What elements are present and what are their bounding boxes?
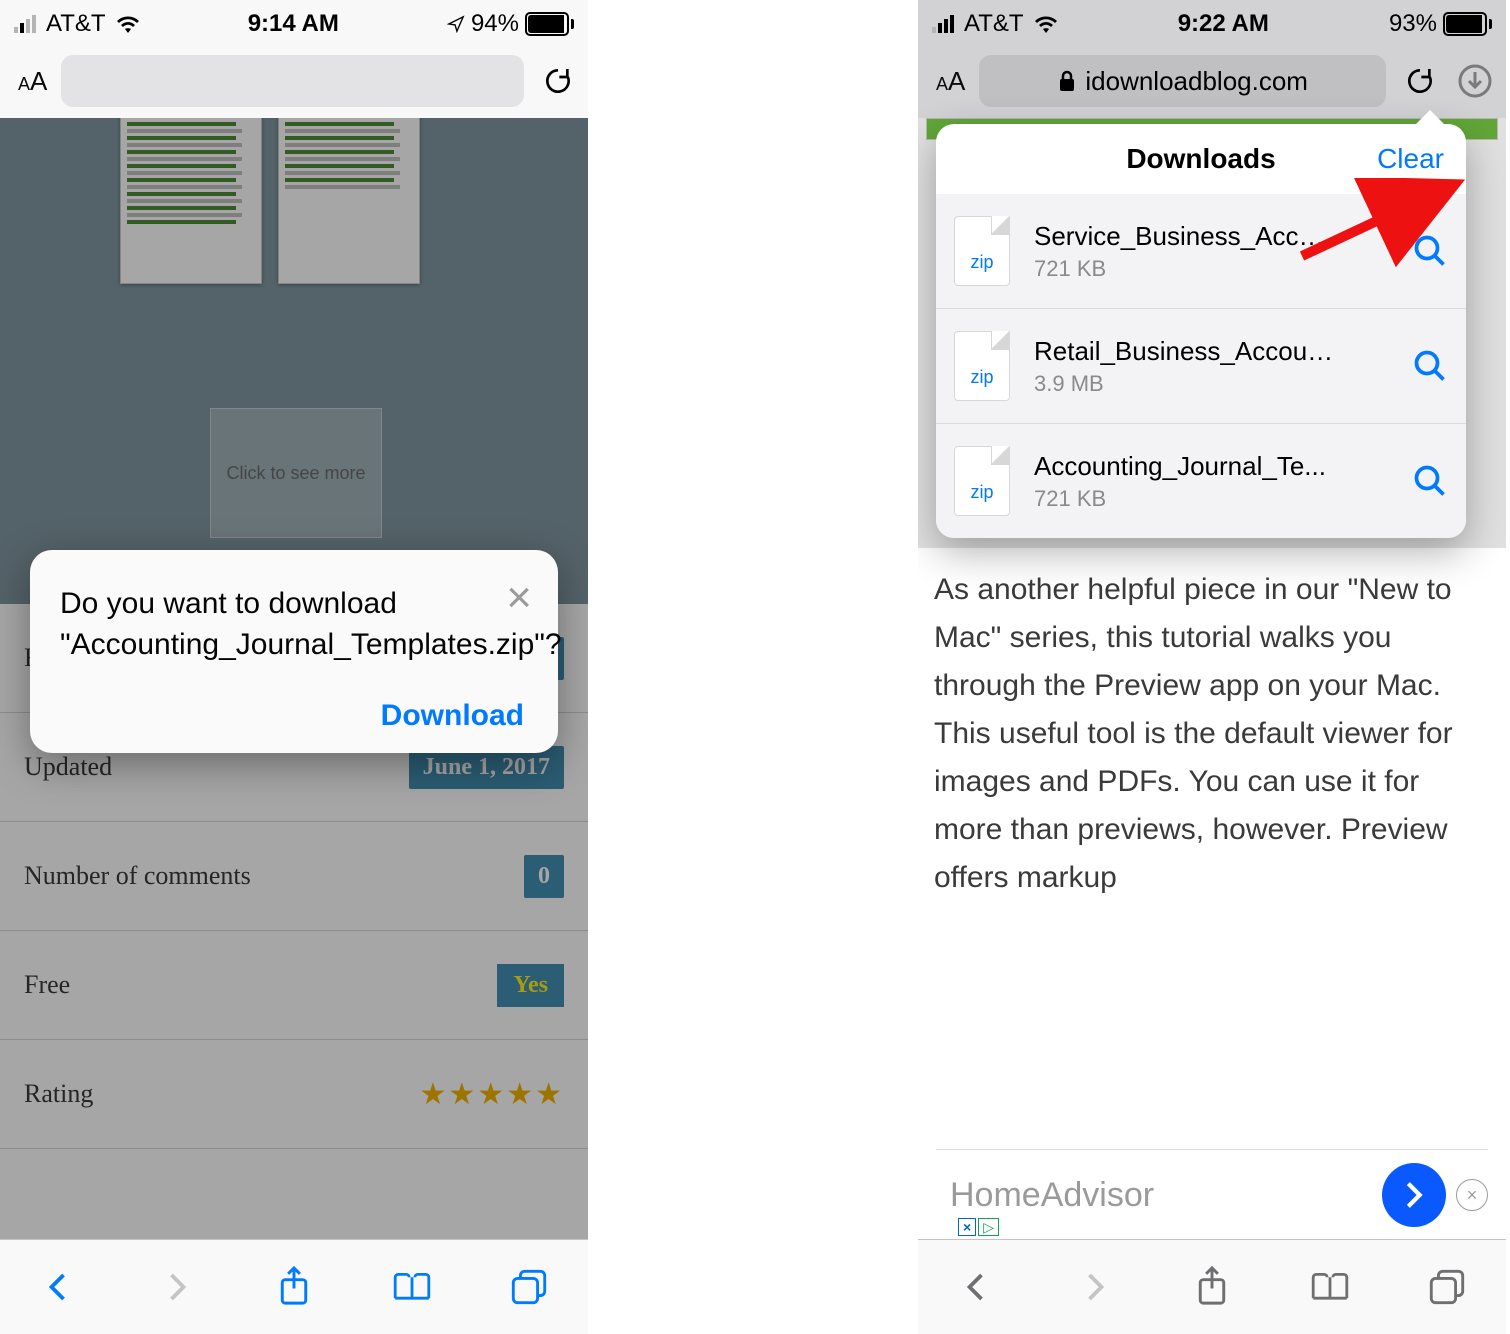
wifi-icon (1034, 15, 1058, 33)
modal-message: Do you want to download "Accounting_Jour… (60, 584, 440, 665)
bookmarks-button[interactable] (1309, 1266, 1351, 1308)
search-icon[interactable] (1412, 348, 1448, 384)
text-size-button[interactable]: AA (930, 66, 971, 97)
ad-banner[interactable]: HomeAdvisor × ×▷ (936, 1149, 1488, 1240)
refresh-button[interactable] (1402, 63, 1438, 99)
address-bar: AA idownloadblog.com (918, 44, 1506, 119)
status-bar: AT&T 9:14 AM 94% (0, 0, 588, 44)
back-button[interactable] (38, 1266, 80, 1308)
carrier-label: AT&T (964, 10, 1024, 38)
battery-pct: 94% (471, 10, 519, 38)
search-icon[interactable] (1412, 233, 1448, 269)
time-label: 9:22 AM (1178, 10, 1269, 38)
url-field[interactable]: idownloadblog.com (979, 55, 1386, 107)
forward-button[interactable] (155, 1266, 197, 1308)
article-text: As another helpful piece in our "New to … (926, 558, 1498, 910)
forward-button (1073, 1266, 1115, 1308)
battery-pct: 93% (1389, 10, 1437, 38)
ad-next-icon[interactable] (1382, 1163, 1446, 1227)
location-icon (447, 15, 465, 33)
download-item[interactable]: zip Accounting_Journal_Te...721 KB (936, 424, 1466, 538)
downloads-popover: Downloads Clear zip Service_Business_Acc… (936, 124, 1466, 538)
ad-close-icon[interactable]: × (1456, 1179, 1488, 1211)
carrier-label: AT&T (46, 10, 106, 38)
bottom-toolbar (918, 1239, 1506, 1334)
downloads-title: Downloads (1126, 143, 1275, 175)
signal-icon (932, 15, 954, 33)
download-button[interactable]: Download (60, 699, 528, 733)
battery-icon (525, 12, 574, 36)
download-modal: × Do you want to download "Accounting_Jo… (30, 550, 558, 753)
search-icon[interactable] (1412, 463, 1448, 499)
zip-file-icon: zip (954, 331, 1010, 401)
address-bar: AA (0, 44, 588, 119)
zip-file-icon: zip (954, 216, 1010, 286)
url-field[interactable] (61, 55, 524, 107)
battery-icon (1443, 12, 1492, 36)
zip-file-icon: zip (954, 446, 1010, 516)
adchoices-icon[interactable]: ×▷ (958, 1219, 999, 1236)
tabs-button[interactable] (1426, 1266, 1468, 1308)
refresh-button[interactable] (540, 63, 576, 99)
bottom-toolbar (0, 1239, 588, 1334)
status-bar: AT&T 9:22 AM 93% (918, 0, 1506, 44)
close-icon[interactable]: × (506, 576, 532, 620)
share-button[interactable] (273, 1266, 315, 1308)
text-size-button[interactable]: AA (12, 66, 53, 97)
back-button[interactable] (956, 1266, 998, 1308)
lock-icon (1057, 69, 1077, 93)
tabs-button[interactable] (508, 1266, 550, 1308)
download-item[interactable]: zip Retail_Business_Account...3.9 MB (936, 309, 1466, 424)
time-label: 9:14 AM (248, 10, 339, 38)
wifi-icon (116, 15, 140, 33)
downloads-button[interactable] (1456, 62, 1494, 100)
ad-label: HomeAdvisor (950, 1176, 1154, 1215)
share-button[interactable] (1191, 1266, 1233, 1308)
bookmarks-button[interactable] (391, 1266, 433, 1308)
signal-icon (14, 15, 36, 33)
download-item[interactable]: zip Service_Business_Accou...721 KB (936, 194, 1466, 309)
clear-button[interactable]: Clear (1377, 143, 1444, 175)
